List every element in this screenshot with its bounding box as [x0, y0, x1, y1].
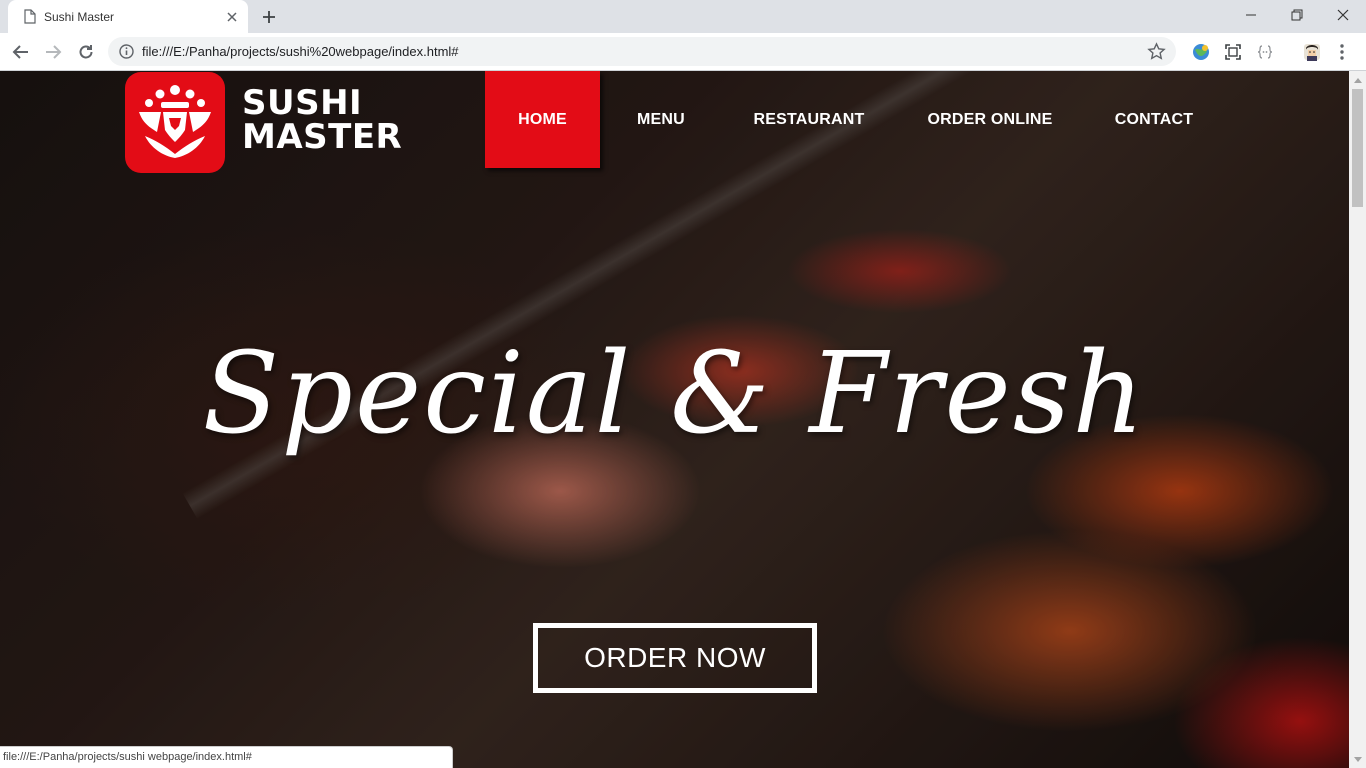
browser-toolbar: file:///E:/Panha/projects/sushi%20webpag…	[0, 33, 1366, 71]
page-viewport: SUSHI MASTER HOME MENU RESTAURANT ORDER …	[0, 71, 1349, 768]
arrow-right-icon	[46, 45, 62, 59]
nav-home[interactable]: HOME	[485, 71, 600, 168]
back-button[interactable]	[10, 41, 32, 63]
globe-extension-icon	[1193, 44, 1209, 60]
avatar-icon	[1304, 44, 1320, 61]
logo-badge	[125, 72, 225, 173]
minimize-button[interactable]	[1228, 0, 1274, 30]
address-bar[interactable]: file:///E:/Panha/projects/sushi%20webpag…	[108, 37, 1176, 66]
lotus-icon	[139, 85, 211, 158]
new-tab-icon[interactable]	[260, 8, 278, 26]
chevron-down-icon	[1353, 756, 1362, 762]
scroll-up-button[interactable]	[1349, 71, 1366, 88]
link-status-bar: file:///E:/Panha/projects/sushi webpage/…	[0, 746, 453, 768]
screen-capture-button[interactable]	[1223, 42, 1243, 62]
nav-order-online[interactable]: ORDER ONLINE	[925, 71, 1055, 168]
profile-avatar[interactable]	[1302, 42, 1322, 62]
nav-menu[interactable]: MENU	[623, 71, 699, 168]
close-tab-icon[interactable]	[224, 9, 240, 25]
order-now-button[interactable]: ORDER NOW	[533, 623, 817, 693]
tab-title: Sushi Master	[44, 10, 115, 24]
bookmark-star-icon[interactable]	[1147, 42, 1166, 61]
arrow-left-icon	[12, 45, 28, 59]
nav-contact[interactable]: CONTACT	[1109, 71, 1199, 168]
url-text[interactable]: file:///E:/Panha/projects/sushi%20webpag…	[142, 44, 459, 59]
nav-restaurant[interactable]: RESTAURANT	[747, 71, 871, 168]
page-icon	[24, 9, 36, 24]
minimize-icon	[1246, 14, 1256, 16]
close-icon	[1337, 9, 1349, 21]
tab-strip: Sushi Master	[0, 0, 1366, 33]
restore-icon	[1291, 9, 1303, 21]
json-viewer-button[interactable]	[1255, 42, 1275, 62]
chevron-up-icon	[1353, 77, 1362, 83]
scroll-down-button[interactable]	[1349, 751, 1366, 768]
forward-button[interactable]	[42, 41, 64, 63]
close-window-button[interactable]	[1320, 0, 1366, 30]
braces-icon	[1257, 45, 1273, 59]
logo-line-2: MASTER	[242, 117, 403, 157]
browser-menu-button[interactable]	[1332, 42, 1352, 62]
restore-button[interactable]	[1274, 0, 1320, 30]
extension-globe-button[interactable]	[1191, 42, 1211, 62]
reload-button[interactable]	[75, 41, 97, 63]
logo-line-1: SUSHI	[242, 83, 363, 123]
reload-icon	[79, 45, 93, 59]
browser-tab[interactable]: Sushi Master	[8, 0, 248, 33]
capture-icon	[1225, 44, 1241, 60]
logo-wordmark: SUSHI MASTER	[242, 86, 402, 154]
page-scrollbar[interactable]	[1349, 71, 1366, 768]
scroll-thumb[interactable]	[1352, 89, 1363, 207]
info-icon[interactable]	[119, 44, 134, 59]
kebab-menu-icon	[1340, 44, 1344, 60]
hero-headline: Special & Fresh	[202, 329, 1147, 459]
site-logo[interactable]: SUSHI MASTER	[125, 72, 415, 174]
